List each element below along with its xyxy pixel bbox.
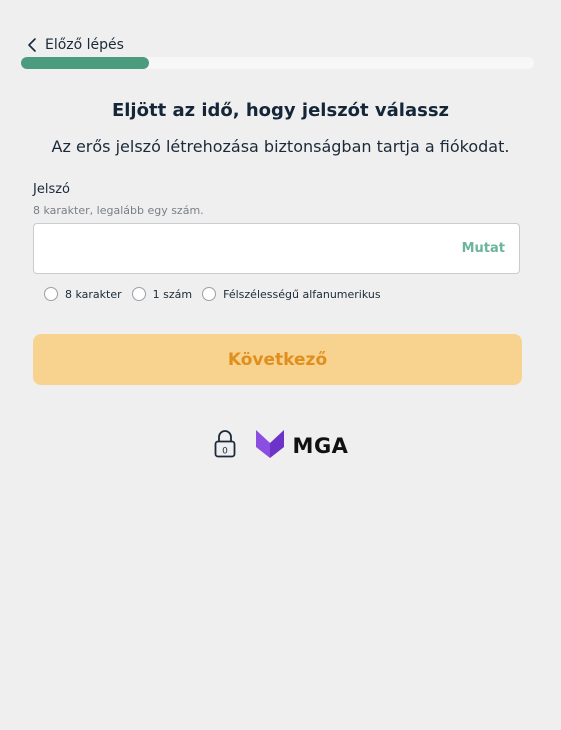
requirement-length: 8 karakter [44, 287, 122, 301]
page: Előző lépés Eljött az idő, hogy jelszót … [0, 0, 561, 730]
mga-brand-name: MGA [292, 434, 349, 458]
requirement-label: Félszélességű alfanumerikus [223, 287, 381, 301]
chevron-left-icon [27, 37, 37, 53]
back-link-label: Előző lépés [45, 37, 124, 53]
password-requirements: 8 karakter 1 szám Félszélességű alfanume… [44, 287, 381, 301]
lock-18-icon: 0 [213, 429, 237, 463]
footer-logos: 0 MGA [0, 430, 561, 462]
password-input[interactable] [34, 224, 462, 273]
requirement-indicator [44, 287, 58, 301]
show-password-toggle[interactable]: Mutat [462, 241, 505, 256]
next-button[interactable]: Következő [33, 334, 522, 385]
requirement-halfwidth: Félszélességű alfanumerikus [202, 287, 381, 301]
requirement-label: 1 szám [152, 287, 193, 301]
mga-emblem-icon [255, 429, 285, 463]
progress-bar [21, 57, 534, 69]
requirement-label: 8 karakter [65, 287, 122, 301]
lock-badge-text: 0 [222, 447, 228, 457]
password-hint: 8 karakter, legalább egy szám. [33, 204, 204, 217]
requirement-indicator [131, 287, 146, 301]
page-subtitle: Az erős jelszó létrehozása biztonságban … [51, 137, 510, 156]
requirement-indicator [202, 287, 217, 301]
page-title: Eljött az idő, hogy jelszót válassz [111, 100, 450, 121]
requirement-number: 1 szám [131, 287, 193, 301]
progress-bar-fill [21, 57, 150, 69]
password-field-container: Mutat [33, 223, 520, 274]
mga-logo: MGA [255, 429, 349, 463]
password-label: Jelszó [33, 182, 70, 197]
back-link[interactable]: Előző lépés [27, 35, 124, 55]
